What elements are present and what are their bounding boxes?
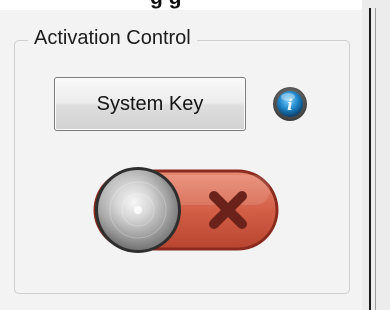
top-edge: g g — [0, 0, 390, 10]
activation-toggle[interactable] — [92, 165, 280, 255]
window-border-dark — [369, 8, 371, 310]
group-title: Activation Control — [28, 27, 197, 50]
info-icon[interactable]: i — [272, 86, 308, 122]
window-border-light — [375, 8, 376, 310]
svg-text:i: i — [287, 96, 293, 114]
activation-panel: g g Activation Control System Key — [0, 0, 390, 310]
heading-fragment: g g — [150, 0, 182, 10]
system-key-button[interactable]: System Key — [54, 77, 246, 131]
window-border — [362, 0, 390, 310]
toggle-knob[interactable] — [95, 167, 181, 253]
